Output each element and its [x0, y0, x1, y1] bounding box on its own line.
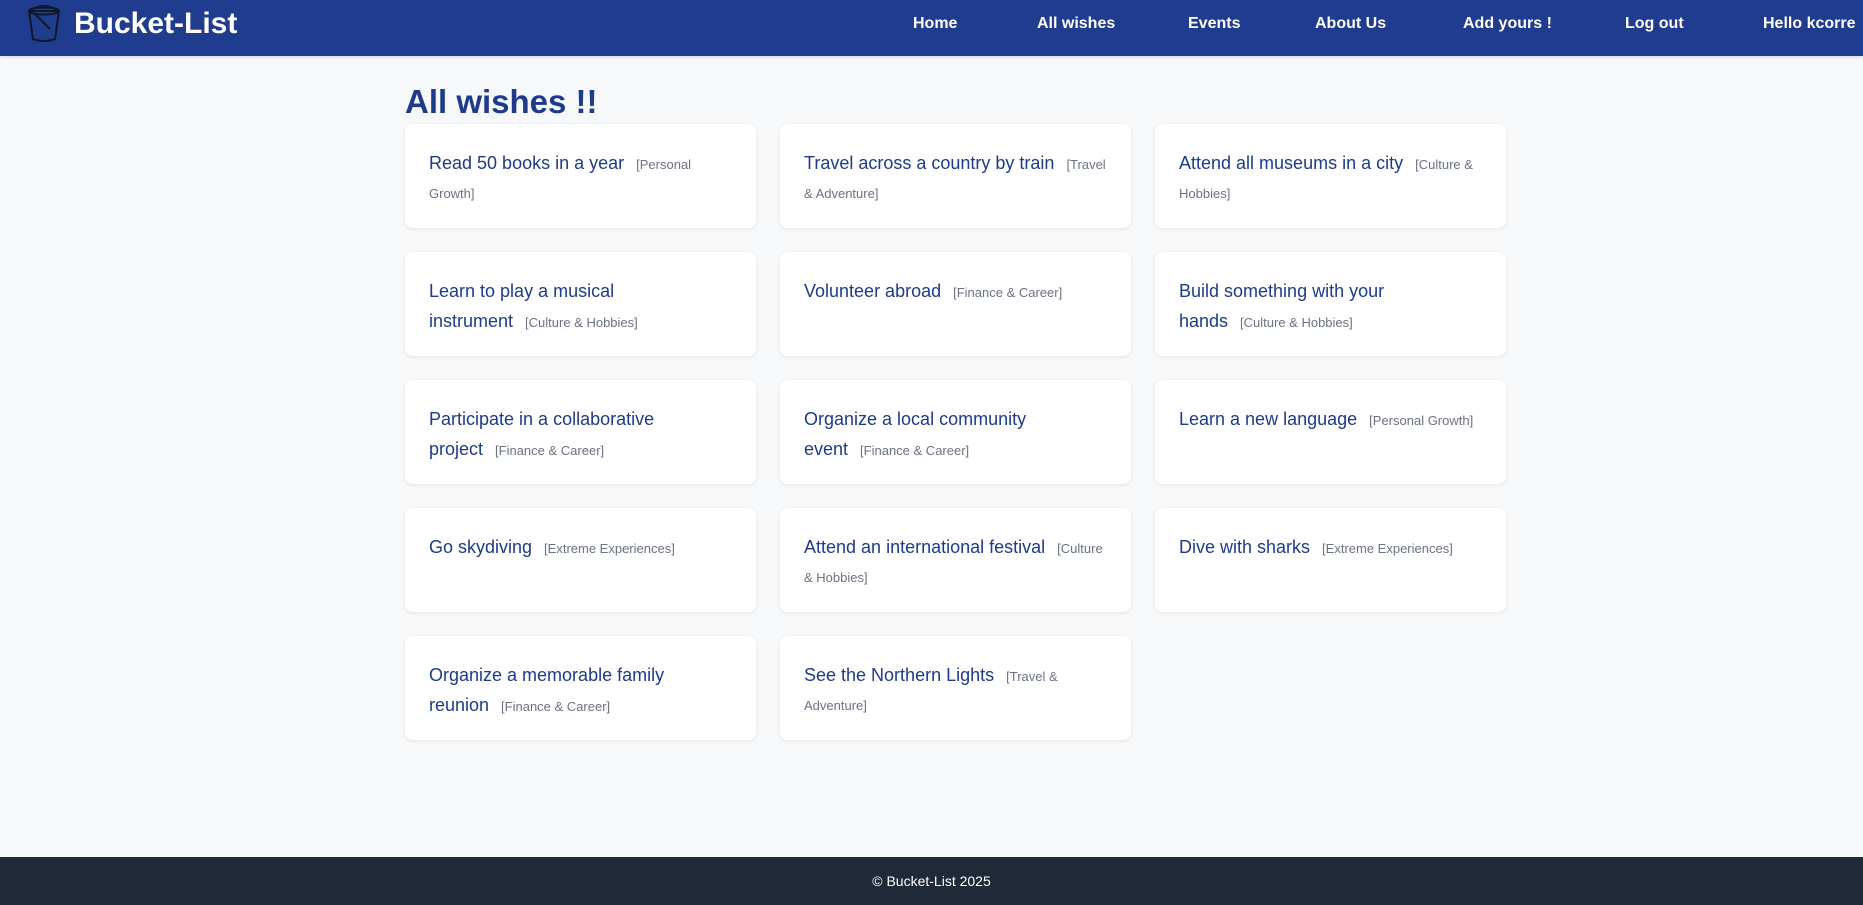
nav-log-out[interactable]: Log out	[1625, 15, 1684, 33]
wish-card[interactable]: Read 50 books in a year [Personal Growth]	[405, 124, 756, 228]
wish-card[interactable]: Attend an international festival [Culture…	[780, 508, 1131, 612]
page-footer: © Bucket-List 2025	[0, 857, 1863, 905]
nav-home[interactable]: Home	[913, 15, 957, 33]
main-content: All wishes !! Read 50 books in a year [Pe…	[405, 80, 1506, 740]
nav-add-yours[interactable]: Add yours !	[1463, 15, 1552, 33]
footer-copyright: © Bucket-List 2025	[872, 873, 991, 889]
wishes-grid: Read 50 books in a year [Personal Growth]…	[405, 124, 1506, 740]
page-title: All wishes !!	[405, 83, 598, 120]
wish-title: Attend an international festival	[804, 537, 1046, 557]
wish-category: [Extreme Experiences]	[544, 541, 675, 556]
wish-category: [Personal Growth]	[1369, 413, 1474, 428]
top-navbar: Bucket-List Home All wishes Events About…	[0, 0, 1863, 56]
wish-card[interactable]: Organize a memorable family reunion [Fina…	[405, 636, 756, 740]
wish-card[interactable]: See the Northern Lights [Travel & Adventu…	[780, 636, 1131, 740]
wish-card[interactable]: Build something with your hands [Culture …	[1155, 252, 1506, 356]
wish-category: [Culture & Hobbies]	[1240, 315, 1353, 330]
wish-card[interactable]: Go skydiving [Extreme Experiences]	[405, 508, 756, 612]
nav-about-us[interactable]: About Us	[1315, 15, 1386, 33]
wish-card[interactable]: Organize a local community event [Finance…	[780, 380, 1131, 484]
wish-title: Read 50 books in a year	[429, 153, 625, 173]
wish-title: See the Northern Lights	[804, 665, 995, 685]
wish-title: Learn a new language	[1179, 409, 1358, 429]
nav-all-wishes[interactable]: All wishes	[1037, 15, 1115, 33]
wish-category: [Culture & Hobbies]	[525, 315, 638, 330]
wish-card[interactable]: Participate in a collaborative project [F…	[405, 380, 756, 484]
wish-card[interactable]: Volunteer abroad [Finance & Career]	[780, 252, 1131, 356]
wish-category: [Finance & Career]	[501, 699, 611, 714]
wish-title: Attend all museums in a city	[1179, 153, 1404, 173]
wish-card[interactable]: Attend all museums in a city [Culture & H…	[1155, 124, 1506, 228]
wish-category: [Finance & Career]	[860, 443, 970, 458]
wish-title: Volunteer abroad	[804, 281, 942, 301]
wish-category: [Extreme Experiences]	[1322, 541, 1453, 556]
wish-title: Dive with sharks	[1179, 537, 1311, 557]
main-nav: Home All wishes Events About Us Add your…	[0, 0, 1863, 50]
wish-title: Travel across a country by train	[804, 153, 1055, 173]
nav-events[interactable]: Events	[1188, 15, 1240, 33]
wish-card[interactable]: Learn a new language [Personal Growth]	[1155, 380, 1506, 484]
nav-user-greeting[interactable]: Hello kcorre	[1763, 15, 1855, 33]
wish-card[interactable]: Travel across a country by train [Travel …	[780, 124, 1131, 228]
wish-card[interactable]: Learn to play a musical instrument [Cultu…	[405, 252, 756, 356]
wish-category: [Finance & Career]	[495, 443, 605, 458]
wish-card[interactable]: Dive with sharks [Extreme Experiences]	[1155, 508, 1506, 612]
wish-title: Go skydiving	[429, 537, 533, 557]
wish-category: [Finance & Career]	[953, 285, 1063, 300]
